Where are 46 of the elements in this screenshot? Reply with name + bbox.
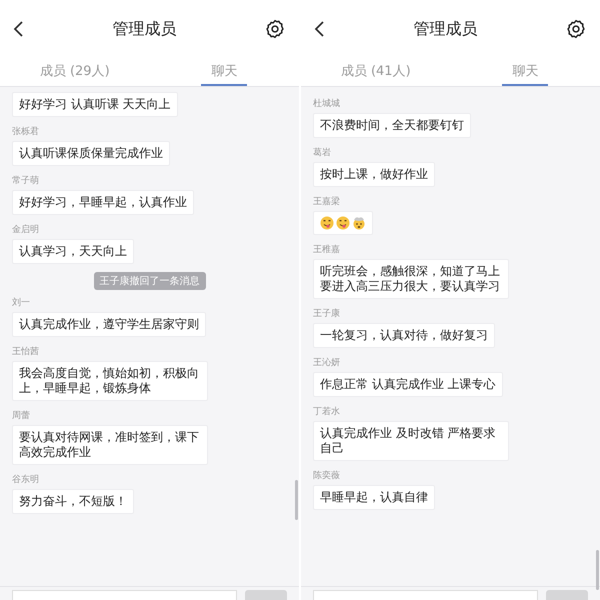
message-bubble: 作息正常 认真完成作业 上课专心 xyxy=(313,372,503,397)
mind-blown-emoji-icon xyxy=(352,216,366,230)
message-bubble: 不浪费时间，全天都要钉钉 xyxy=(313,113,471,138)
sender-name: 陈奕薇 xyxy=(313,471,340,482)
page-title: 管理成员 xyxy=(414,18,478,40)
message-bubble: 听完班会，感触很深，知道了马上要进入高三压力很大，要认真学习 xyxy=(313,259,509,299)
message-bubble: 认真学习，天天向上 xyxy=(12,239,134,264)
message-bubble: 早睡早起，认真自律 xyxy=(313,485,435,510)
tab[interactable]: 成员 (29人) xyxy=(0,58,150,86)
message-bubble: 认真听课保质保量完成作业 xyxy=(12,141,170,166)
sender-name: 张栎君 xyxy=(12,127,39,138)
message-bubble: 认真完成作业，遵守学生居家守则 xyxy=(12,312,206,337)
back-icon[interactable] xyxy=(12,20,24,38)
scrollbar xyxy=(596,550,599,590)
tongue-emoji-icon xyxy=(336,216,350,230)
sender-name: 金启明 xyxy=(12,225,39,236)
message-bubble: 我会高度自觉，慎始如初，积极向上，早睡早起，锻炼身体 xyxy=(12,361,208,401)
tab[interactable]: 成员 (41人) xyxy=(301,58,450,86)
sender-name: 刘一 xyxy=(12,298,30,309)
message-bubble: 一轮复习，认真对待，做好复习 xyxy=(313,323,495,348)
message-bubble: 认真完成作业 及时改错 严格要求自己 xyxy=(313,421,509,461)
tongue-emoji-icon xyxy=(320,216,334,230)
sender-name: 王稚嘉 xyxy=(313,245,340,256)
sender-name: 王子康 xyxy=(313,309,340,320)
sender-name: 谷东明 xyxy=(12,475,39,486)
sender-name: 杜城城 xyxy=(313,99,340,110)
message-bubble: 努力奋斗，不短版！ xyxy=(12,489,134,514)
sender-name: 丁若水 xyxy=(313,407,340,418)
message-bubble: 好好学习 认真听课 天天向上 xyxy=(12,92,178,117)
sender-name: 周蕾 xyxy=(12,411,30,422)
back-icon[interactable] xyxy=(313,20,325,38)
recall-notice: 王子康撤回了一条消息 xyxy=(94,272,206,290)
message-bubble: 好好学习，早睡早起，认真作业 xyxy=(12,190,194,215)
sender-name: 常子萌 xyxy=(12,176,39,187)
tab[interactable]: 聊天 xyxy=(450,58,600,86)
scrollbar xyxy=(295,480,298,520)
sender-name: 王怡茜 xyxy=(12,347,39,358)
page-title: 管理成员 xyxy=(112,18,176,40)
settings-icon[interactable] xyxy=(265,19,285,39)
message-bubble: 要认真对待网课，准时签到，课下高效完成作业 xyxy=(12,425,208,465)
tab[interactable]: 聊天 xyxy=(150,58,299,86)
message-bubble: 按时上课，做好作业 xyxy=(313,162,435,187)
sender-name: 葛岩 xyxy=(313,148,331,159)
sender-name: 王嘉梁 xyxy=(313,197,340,208)
settings-icon[interactable] xyxy=(566,19,586,39)
sender-name: 王沁妍 xyxy=(313,358,340,369)
